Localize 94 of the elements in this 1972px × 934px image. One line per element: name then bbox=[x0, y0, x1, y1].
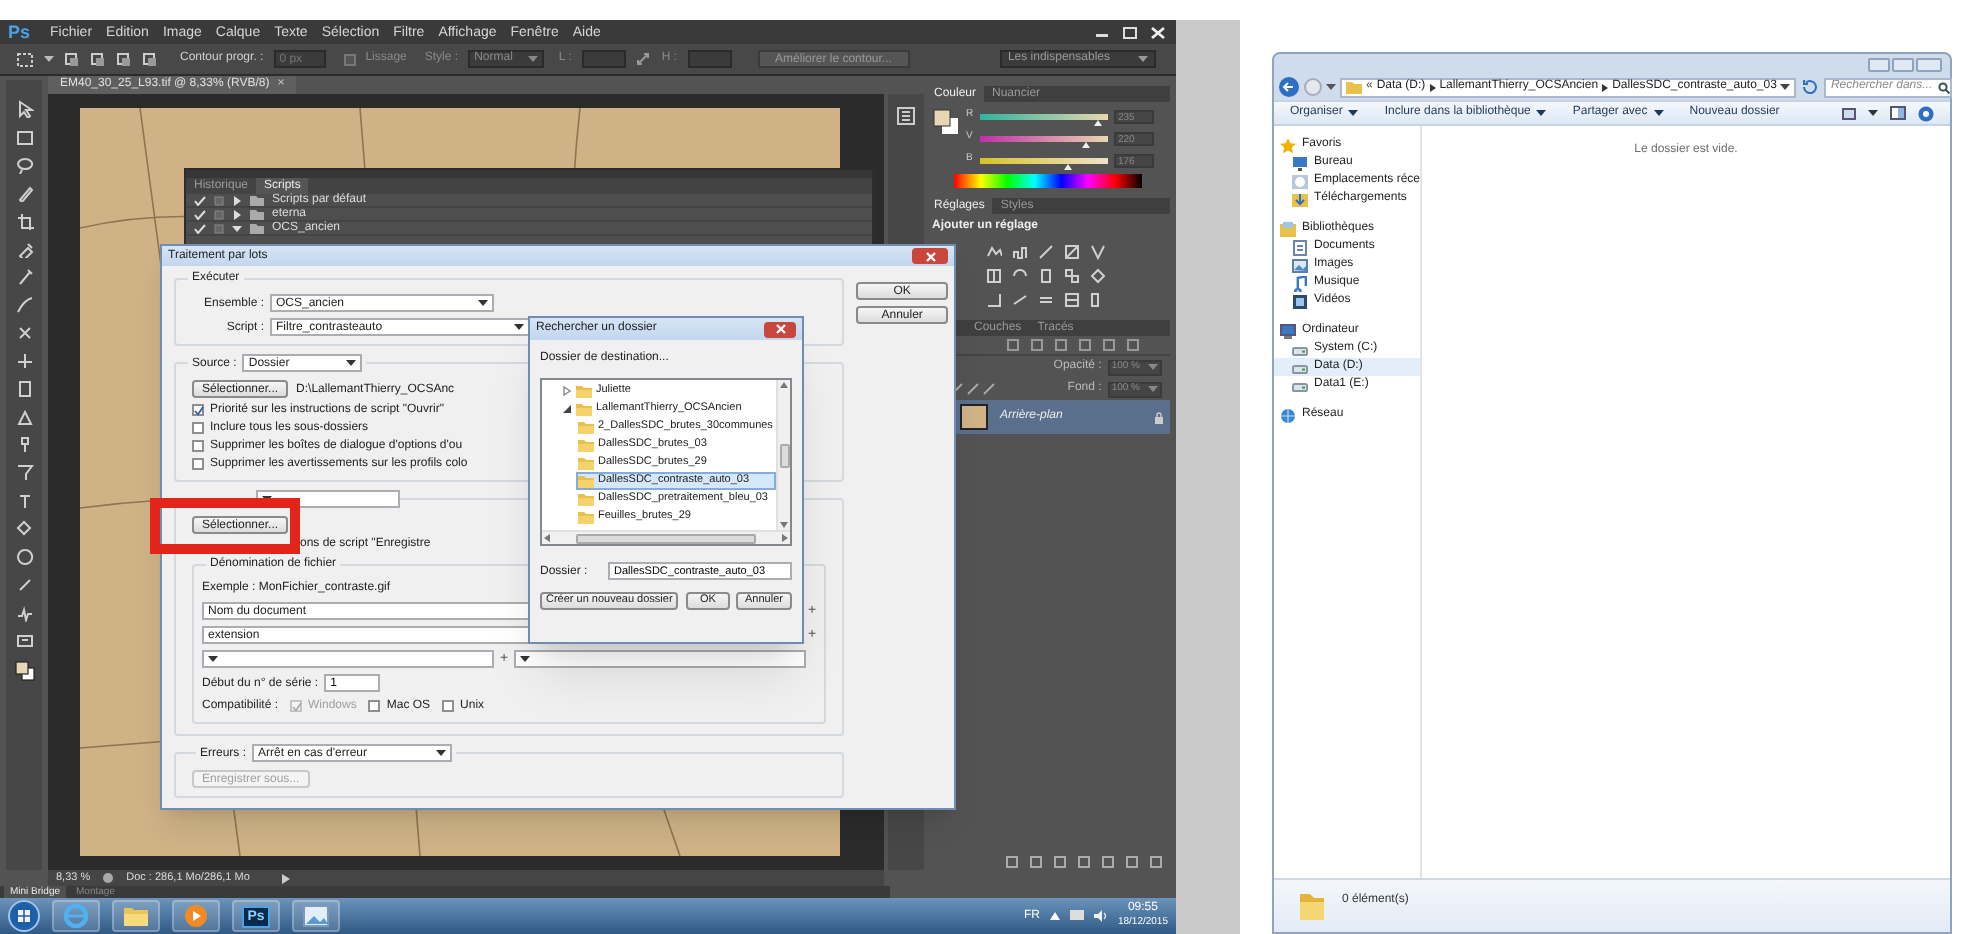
close-icon bbox=[925, 251, 935, 261]
download-icon bbox=[1292, 191, 1308, 207]
scroll-arrow-icon[interactable] bbox=[780, 382, 788, 388]
start-button[interactable] bbox=[8, 900, 40, 932]
taskbar-app-button[interactable] bbox=[112, 900, 160, 932]
swap-icon[interactable] bbox=[635, 51, 652, 67]
film-icon bbox=[1292, 293, 1308, 309]
app-logo: Ps bbox=[8, 23, 31, 41]
browser-icon bbox=[60, 900, 92, 932]
folder-icon bbox=[1298, 890, 1326, 922]
folder-icon bbox=[1346, 80, 1362, 94]
tool-icon[interactable] bbox=[15, 352, 33, 370]
tool-icon[interactable] bbox=[15, 632, 33, 650]
tool-icon[interactable] bbox=[15, 464, 33, 482]
close-icon bbox=[775, 324, 785, 334]
preview-pane-icon[interactable] bbox=[1890, 106, 1906, 120]
picture-icon bbox=[300, 900, 332, 932]
expanded-triangle-icon[interactable] bbox=[562, 404, 572, 414]
close-button[interactable] bbox=[764, 321, 796, 337]
scrollbar-thumb[interactable] bbox=[576, 533, 756, 543]
color-swatches-icon[interactable] bbox=[13, 660, 35, 682]
panel-icon[interactable] bbox=[896, 106, 916, 126]
adjustment-icon[interactable] bbox=[1064, 292, 1080, 308]
library-icon bbox=[1280, 221, 1296, 237]
volume-icon[interactable] bbox=[1093, 910, 1108, 922]
antialias-checkbox[interactable] bbox=[343, 53, 356, 65]
checkbox[interactable] bbox=[192, 458, 204, 470]
media-player-icon bbox=[180, 900, 212, 932]
clock-icon bbox=[1292, 173, 1308, 189]
folder-icon bbox=[578, 510, 594, 524]
checkbox[interactable] bbox=[192, 440, 204, 452]
tool-icon[interactable] bbox=[15, 212, 33, 230]
folder-icon bbox=[578, 474, 594, 488]
folder-icon bbox=[578, 492, 594, 506]
width-field[interactable] bbox=[581, 50, 626, 68]
info-icon[interactable] bbox=[102, 872, 115, 884]
checkbox[interactable] bbox=[442, 700, 455, 712]
chevron-icon[interactable] bbox=[1429, 83, 1436, 91]
tool-icon[interactable] bbox=[15, 324, 33, 342]
checkbox[interactable] bbox=[192, 422, 204, 434]
scrollbar-thumb[interactable] bbox=[779, 443, 789, 467]
close-icon[interactable] bbox=[1148, 25, 1168, 39]
monitor-icon bbox=[1292, 155, 1308, 171]
tool-icon[interactable] bbox=[15, 268, 33, 286]
tool-icon[interactable] bbox=[15, 156, 33, 174]
adjustment-icon[interactable] bbox=[986, 268, 1002, 284]
tool-icon[interactable] bbox=[15, 436, 33, 454]
marquee-tool-icon[interactable] bbox=[16, 51, 34, 67]
vertical-scrollbar[interactable] bbox=[776, 380, 790, 530]
folder-icon bbox=[578, 456, 594, 470]
color-swatches-icon[interactable] bbox=[932, 108, 960, 136]
color-spectrum[interactable] bbox=[954, 174, 1142, 188]
back-button[interactable] bbox=[1278, 76, 1300, 98]
chevron-icon[interactable] bbox=[1602, 83, 1609, 91]
computer-icon bbox=[1280, 323, 1296, 339]
tool-icon[interactable] bbox=[15, 240, 33, 258]
height-field[interactable] bbox=[687, 50, 732, 68]
folder-icon bbox=[576, 384, 592, 398]
tool-icon[interactable] bbox=[15, 492, 33, 510]
network-icon bbox=[1280, 407, 1296, 423]
taskbar-app-button[interactable] bbox=[292, 900, 340, 932]
tool-icon[interactable] bbox=[15, 296, 33, 314]
tray-arrow-icon[interactable] bbox=[1049, 912, 1060, 920]
expanded-triangle-icon[interactable] bbox=[232, 223, 242, 233]
network-icon[interactable] bbox=[1069, 910, 1084, 922]
search-icon[interactable] bbox=[1938, 81, 1951, 93]
document-icon bbox=[1292, 239, 1308, 255]
adjustment-icon[interactable] bbox=[1064, 244, 1080, 260]
refresh-icon[interactable] bbox=[1800, 78, 1821, 96]
folder-icon bbox=[578, 420, 594, 434]
layer-thumbnail bbox=[960, 404, 988, 430]
help-icon[interactable] bbox=[1918, 105, 1934, 121]
picture-icon bbox=[1292, 257, 1308, 273]
scroll-arrow-icon[interactable] bbox=[544, 534, 550, 542]
view-options-icon[interactable] bbox=[1842, 107, 1856, 119]
adjustment-icon[interactable] bbox=[1038, 292, 1054, 308]
adjustment-icon[interactable] bbox=[1064, 268, 1080, 284]
horizontal-scrollbar[interactable] bbox=[542, 530, 790, 544]
tool-icon[interactable] bbox=[15, 184, 33, 202]
triangle-icon[interactable] bbox=[281, 873, 290, 883]
collapsed-triangle-icon[interactable] bbox=[562, 386, 572, 396]
folder-icon bbox=[578, 438, 594, 452]
lock-icon bbox=[1154, 411, 1164, 423]
restore-icon[interactable] bbox=[1120, 25, 1140, 39]
close-button[interactable] bbox=[912, 248, 948, 264]
naming-dropdown[interactable] bbox=[514, 650, 807, 668]
folder-icon bbox=[576, 402, 592, 416]
collapsed-triangle-icon[interactable] bbox=[232, 195, 242, 205]
star-icon bbox=[1280, 137, 1296, 153]
taskbar-app-button[interactable] bbox=[172, 900, 220, 932]
checkbox[interactable] bbox=[368, 700, 381, 712]
checkbox[interactable] bbox=[192, 404, 204, 416]
collapsed-triangle-icon[interactable] bbox=[232, 209, 242, 219]
music-note-icon bbox=[1292, 275, 1308, 291]
